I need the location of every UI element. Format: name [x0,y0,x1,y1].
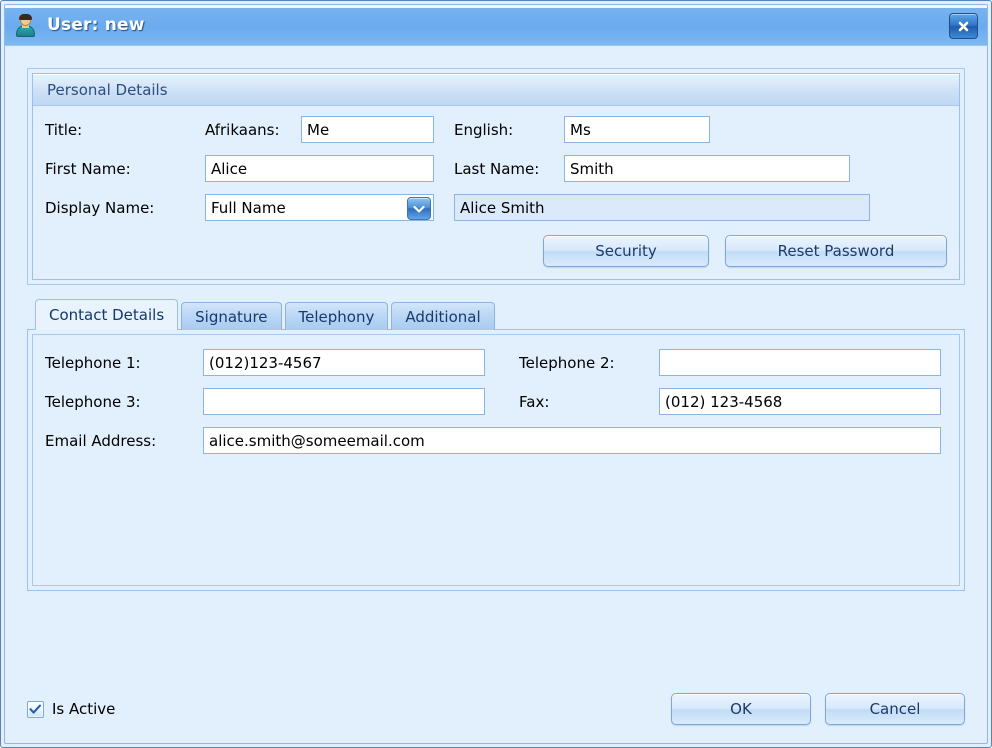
fax-label: Fax: [519,392,550,411]
personal-details-content: Title: Afrikaans: English: First Name: L… [33,106,959,279]
english-title-input[interactable] [564,116,710,143]
security-button[interactable]: Security [543,235,709,267]
personal-details-actions: Security Reset Password [45,235,947,267]
afrikaans-title-input[interactable] [301,116,434,143]
window-inner: User: new Personal Details Title: Afrika… [4,4,988,744]
close-icon[interactable] [949,13,978,39]
is-active-checkbox[interactable] [27,700,44,718]
telephone2-input[interactable] [659,349,941,376]
email-label: Email Address: [45,431,157,450]
display-name-label: Display Name: [45,198,155,217]
window-title: User: new [47,15,145,35]
tab-telephony[interactable]: Telephony [284,302,389,330]
tabs-section: Contact Details Signature Telephony Addi… [27,299,965,591]
is-active-label: Is Active [52,700,116,718]
user-avatar-icon [15,14,37,38]
dialog-footer: Is Active OK Cancel [27,691,965,727]
telephone3-label: Telephone 3: [45,392,141,411]
tab-contact-details[interactable]: Contact Details [35,299,179,330]
title-row: Title: Afrikaans: English: [45,116,947,143]
checkmark-icon [29,704,42,714]
first-name-label: First Name: [45,159,131,178]
display-name-row: Display Name: Full Name [45,194,947,221]
name-row: First Name: Last Name: [45,155,947,182]
contact-details-pane: Telephone 1: Telephone 2: Telephone 3: F… [32,334,960,586]
telephone-row-2: Telephone 3: Fax: [45,388,947,415]
user-dialog-window: User: new Personal Details Title: Afrika… [0,0,992,748]
email-row: Email Address: [45,427,947,454]
title-label: Title: [45,120,83,139]
personal-details-group-outer: Personal Details Title: Afrikaans: Engli… [27,68,965,285]
fax-input[interactable] [659,388,941,415]
reset-password-button[interactable]: Reset Password [725,235,947,267]
telephone1-label: Telephone 1: [45,353,141,372]
display-name-combo[interactable]: Full Name [205,194,434,221]
cancel-button[interactable]: Cancel [825,693,965,725]
last-name-input[interactable] [564,155,850,182]
telephone2-label: Telephone 2: [519,353,615,372]
telephone-row-1: Telephone 1: Telephone 2: [45,349,947,376]
dialog-body: Personal Details Title: Afrikaans: Engli… [5,46,987,743]
personal-details-title: Personal Details [47,80,168,99]
telephone1-input[interactable] [203,349,485,376]
display-name-combo-value: Full Name [211,198,286,217]
tab-panel: Telephone 1: Telephone 2: Telephone 3: F… [27,329,965,591]
last-name-label: Last Name: [454,159,540,178]
tab-signature[interactable]: Signature [181,302,282,330]
is-active-checkbox-row[interactable]: Is Active [27,700,115,718]
ok-button[interactable]: OK [671,693,811,725]
email-input[interactable] [203,427,941,454]
personal-details-header: Personal Details [33,74,959,106]
computed-display-name-field [454,194,870,221]
personal-details-group: Personal Details Title: Afrikaans: Engli… [32,73,960,280]
title-bar: User: new [5,5,987,46]
first-name-input[interactable] [205,155,434,182]
tab-strip: Contact Details Signature Telephony Addi… [27,299,965,330]
tab-additional[interactable]: Additional [391,302,495,330]
telephone3-input[interactable] [203,388,485,415]
english-label: English: [454,120,514,139]
chevron-down-icon[interactable] [407,197,431,220]
afrikaans-label: Afrikaans: [205,120,280,139]
